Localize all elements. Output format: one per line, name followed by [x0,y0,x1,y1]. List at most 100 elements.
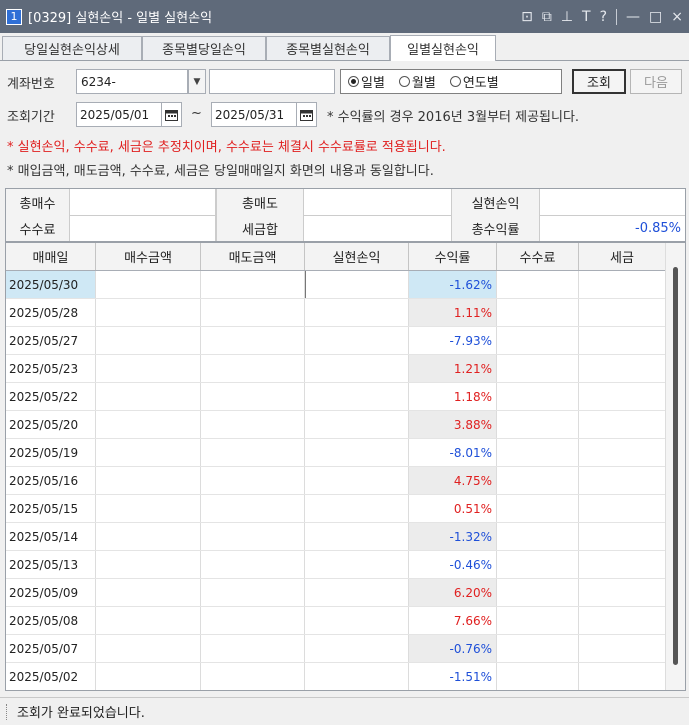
maximize-icon[interactable]: □ [649,9,662,25]
title-separator [616,8,618,25]
radio-monthly[interactable]: 월별 [398,72,436,91]
table-row[interactable]: 2025/05/09 6.20% [6,579,666,607]
table-row[interactable]: 2025/05/28 1.11% [6,299,666,327]
help-icon[interactable]: ? [600,9,607,25]
cell-trade-date: 2025/05/27 [6,327,96,354]
total-return-label: 총수익률 [452,215,540,241]
cell-sell-amount [201,523,305,550]
query-form: 계좌번호 6234- ▼ 일별 월별 연도별 조회 다음 조회기간 2025/0… [0,62,689,184]
table-row[interactable]: 2025/05/07 -0.76% [6,635,666,663]
daily-pnl-table: 매매일 매수금액 매도금액 실현손익 수익률 수수료 세금 2025/05/30… [5,242,686,691]
cell-fee [497,411,579,438]
cell-tax [579,551,666,578]
calendar-to-icon[interactable] [296,102,316,127]
table-row[interactable]: 2025/05/14 -1.32% [6,523,666,551]
link-screen-icon[interactable]: ⊡ [521,9,533,25]
account-number-value: 6234- [81,74,116,89]
font-size-icon[interactable]: T [582,9,591,25]
header-return-rate[interactable]: 수익률 [409,243,497,270]
header-buy-amount[interactable]: 매수금액 [96,243,201,270]
header-trade-date[interactable]: 매매일 [6,243,96,270]
radio-yearly[interactable]: 연도별 [449,72,499,91]
date-to-field[interactable]: 2025/05/31 [211,102,317,127]
minimize-icon[interactable]: — [626,9,640,25]
table-row[interactable]: 2025/05/13 -0.46% [6,551,666,579]
table-row[interactable]: 2025/05/22 1.18% [6,383,666,411]
cell-return-rate: 4.75% [409,467,497,494]
cell-fee [497,299,579,326]
cell-tax [579,271,666,298]
window-controls: ⊡ ⧉ ⊥ T ? — □ × [521,0,683,33]
cell-trade-date: 2025/05/20 [6,411,96,438]
cell-realized-pnl [305,271,409,298]
cell-buy-amount [96,271,201,298]
cell-return-rate: 1.18% [409,383,497,410]
account-name-field [209,69,335,94]
table-row[interactable]: 2025/05/19 -8.01% [6,439,666,467]
pin-icon[interactable]: ⊥ [561,9,573,25]
cell-fee [497,467,579,494]
close-icon[interactable]: × [671,9,683,25]
account-dropdown-button[interactable]: ▼ [188,69,206,94]
cell-tax [579,467,666,494]
query-button[interactable]: 조회 [572,69,626,94]
calendar-from-icon[interactable] [161,102,181,127]
cell-realized-pnl [305,411,409,438]
tab-daily-realized-detail[interactable]: 당일실현손익상세 [2,36,142,60]
table-row[interactable]: 2025/05/23 1.21% [6,355,666,383]
cell-tax [579,439,666,466]
table-row[interactable]: 2025/05/02 -1.51% [6,663,666,690]
total-buy-value [70,189,216,215]
cell-trade-date: 2025/05/09 [6,579,96,606]
header-tax[interactable]: 세금 [579,243,666,270]
next-button[interactable]: 다음 [630,69,682,94]
cell-sell-amount [201,551,305,578]
cell-fee [497,355,579,382]
table-row[interactable]: 2025/05/30 -1.62% [6,271,666,299]
cell-tax [579,355,666,382]
cell-realized-pnl [305,579,409,606]
realized-pnl-label: 실현손익 [452,189,540,215]
cell-fee [497,635,579,662]
cell-return-rate: 3.88% [409,411,497,438]
table-row[interactable]: 2025/05/15 0.51% [6,495,666,523]
header-fee[interactable]: 수수료 [497,243,579,270]
cell-return-rate: 0.51% [409,495,497,522]
cell-fee [497,663,579,690]
period-label: 조회기간 [7,110,55,125]
tab-stock-realized-pnl[interactable]: 종목별실현손익 [266,36,390,60]
tab-stock-daily-pnl[interactable]: 종목별당일손익 [142,36,266,60]
cell-return-rate: -8.01% [409,439,497,466]
table-row[interactable]: 2025/05/16 4.75% [6,467,666,495]
cell-fee [497,579,579,606]
radio-daily[interactable]: 일별 [348,72,385,91]
cell-buy-amount [96,579,201,606]
header-sell-amount[interactable]: 매도금액 [201,243,305,270]
cell-tax [579,523,666,550]
date-from-field[interactable]: 2025/05/01 [76,102,182,127]
cell-buy-amount [96,355,201,382]
new-window-icon[interactable]: ⧉ [542,9,552,25]
cell-tax [579,327,666,354]
header-realized-pnl[interactable]: 실현손익 [305,243,409,270]
fee-label: 수수료 [6,215,70,241]
vertical-scrollbar[interactable] [665,243,685,690]
cell-tax [579,383,666,410]
table-row[interactable]: 2025/05/20 3.88% [6,411,666,439]
cell-trade-date: 2025/05/28 [6,299,96,326]
cell-buy-amount [96,383,201,410]
cell-sell-amount [201,467,305,494]
radio-daily-dot [348,76,359,87]
cell-trade-date: 2025/05/19 [6,439,96,466]
account-number-field[interactable]: 6234- [76,69,188,94]
tab-daily-realized-pnl[interactable]: 일별실현손익 [390,35,496,61]
cell-sell-amount [201,607,305,634]
cell-realized-pnl [305,327,409,354]
table-row[interactable]: 2025/05/27 -7.93% [6,327,666,355]
cell-buy-amount [96,467,201,494]
window-title: [0329] 실현손익 - 일별 실현손익 [28,11,213,26]
cell-fee [497,607,579,634]
scrollbar-thumb[interactable] [673,267,678,665]
table-row[interactable]: 2025/05/08 7.66% [6,607,666,635]
realized-pnl-value [540,189,685,215]
